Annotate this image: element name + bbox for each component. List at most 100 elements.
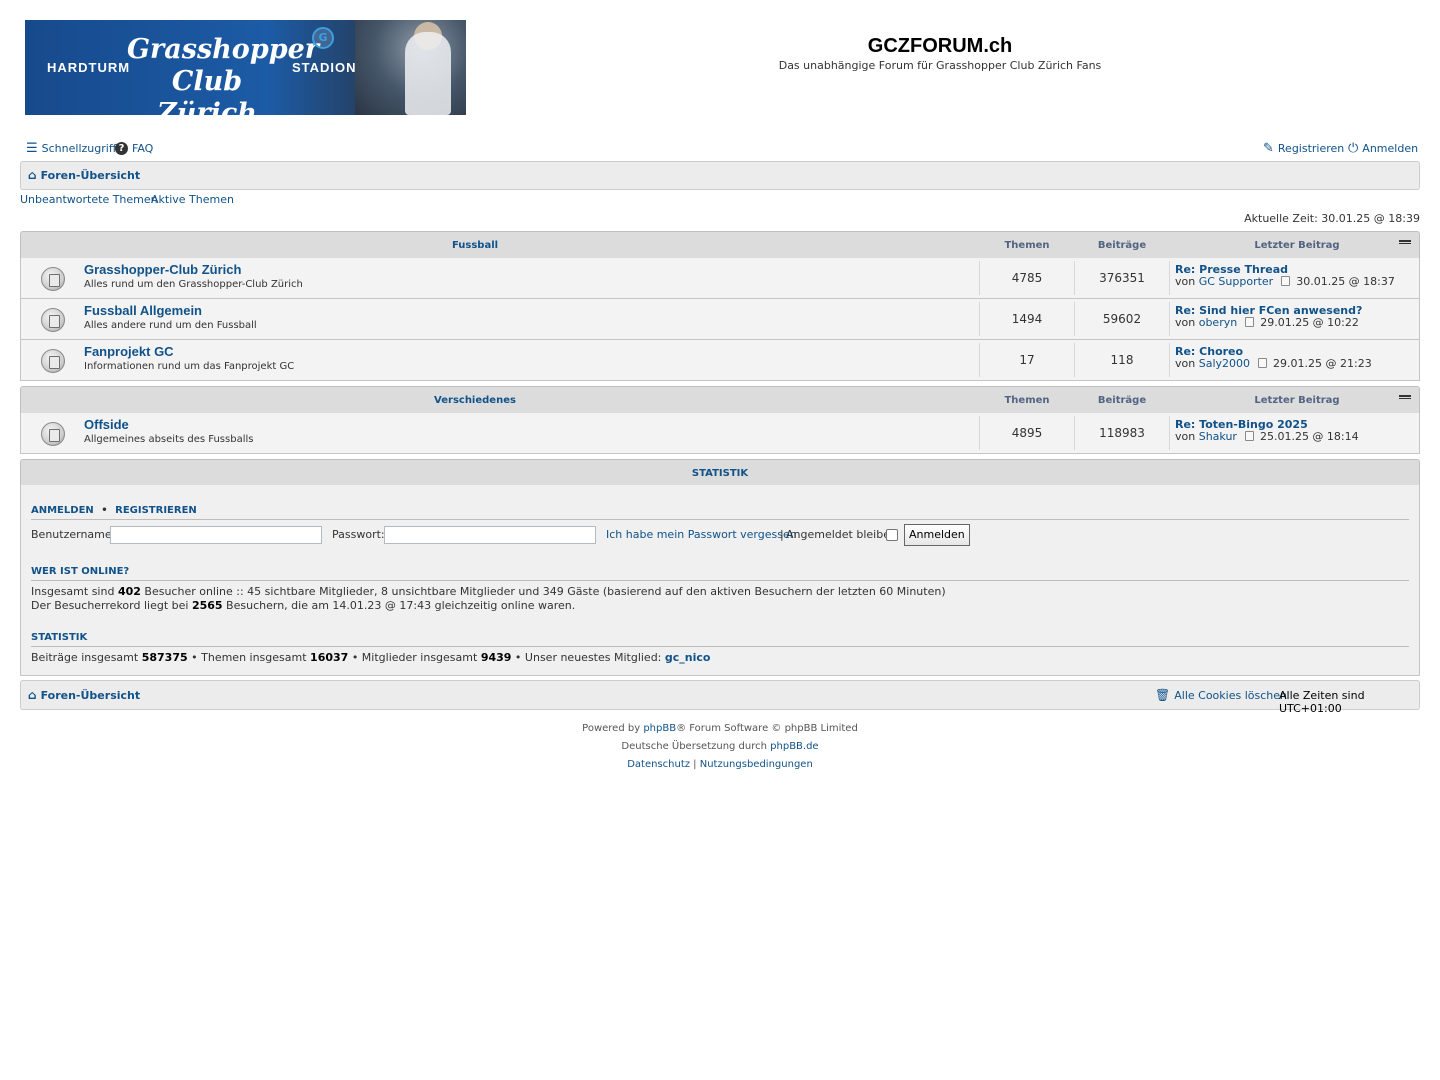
question-circle-icon: ? bbox=[115, 142, 128, 155]
trash-icon: 🗑 bbox=[1155, 688, 1171, 702]
collapse-icon[interactable] bbox=[1399, 395, 1411, 399]
last-post-by: von bbox=[1175, 430, 1196, 443]
timezone-info: Alle Zeiten sind UTC+01:00 bbox=[1279, 689, 1365, 715]
col-posts-header: Beiträge bbox=[1097, 395, 1147, 406]
delete-cookies-label: Alle Cookies löschen bbox=[1174, 689, 1287, 702]
footer-home-link[interactable]: ⌂ Foren-Übersicht bbox=[28, 688, 141, 703]
category-header-fussball: Fussball Themen Beiträge Letzter Beitrag bbox=[20, 231, 1420, 258]
col-topics-header: Themen bbox=[1004, 395, 1050, 406]
forum-read-icon bbox=[41, 422, 65, 446]
banner-script-line2: Club Zürich bbox=[157, 66, 257, 115]
register-link[interactable]: ✎ Registrieren bbox=[1263, 142, 1344, 155]
active-topics-link[interactable]: Aktive Themen bbox=[151, 193, 234, 206]
terms-link[interactable]: Nutzungsbedingungen bbox=[700, 759, 813, 770]
site-title: GCZFORUM.ch bbox=[867, 35, 1013, 57]
banner-right-text: STADION bbox=[292, 60, 357, 75]
last-post-time: 29.01.25 @ 10:22 bbox=[1260, 316, 1359, 329]
last-post-author-link[interactable]: Saly2000 bbox=[1199, 357, 1250, 370]
login-link[interactable]: ⏻ Anmelden bbox=[1348, 142, 1418, 155]
last-post-author-link[interactable]: Shakur bbox=[1199, 430, 1237, 443]
last-post-author-link[interactable]: GC Supporter bbox=[1199, 275, 1273, 288]
last-post-author-link[interactable]: oberyn bbox=[1199, 316, 1237, 329]
password-label: Passwort: bbox=[332, 528, 385, 541]
banner-script-line1: Grasshopper bbox=[127, 34, 319, 65]
visitor-record: Der Besucherrekord liegt bei 2565 Besuch… bbox=[31, 599, 576, 612]
forum-description: Allgemeines abseits des Fussballs bbox=[84, 434, 254, 445]
gc-logo-icon: G bbox=[312, 27, 334, 49]
breadcrumb-home[interactable]: ⌂ Foren-Übersicht bbox=[28, 169, 141, 183]
phpbb-link[interactable]: phpBB bbox=[643, 723, 676, 734]
stats-panel-header: STATISTIK bbox=[20, 459, 1420, 485]
username-input[interactable] bbox=[110, 526, 322, 544]
board-totals: Beiträge insgesamt 587375 • Themen insge… bbox=[31, 651, 711, 664]
newest-member-link[interactable]: gc_nico bbox=[665, 651, 711, 664]
site-logo-banner[interactable]: HARDTURM Grasshopper Club Zürich STADION… bbox=[25, 20, 466, 115]
unanswered-topics-link[interactable]: Unbeantwortete Themen bbox=[20, 193, 158, 206]
breadcrumb-home-label: Foren-Übersicht bbox=[40, 169, 141, 182]
login-submit-button[interactable]: Anmelden bbox=[904, 524, 970, 546]
forum-last-post: Re: Toten-Bingo 2025 von Shakur 25.01.25 … bbox=[1175, 419, 1359, 443]
password-input[interactable] bbox=[384, 526, 596, 544]
last-post-time: 25.01.25 @ 18:14 bbox=[1259, 430, 1359, 443]
banner-script-text: Grasshopper Club Zürich bbox=[127, 34, 319, 115]
forum-last-post: Re: Sind hier FCen anwesend? von oberyn 2… bbox=[1175, 305, 1362, 329]
forum-title-link[interactable]: Fussball Allgemein bbox=[84, 303, 202, 318]
login-section-register-link[interactable]: REGISTRIEREN bbox=[115, 505, 197, 516]
quicklinks-menu[interactable]: ☰ Schnellzugriff bbox=[26, 142, 116, 155]
category-title[interactable]: Verschiedenes bbox=[21, 395, 929, 406]
forum-topic-count: 1494 bbox=[1011, 312, 1043, 326]
forum-topic-count: 17 bbox=[1019, 353, 1035, 367]
home-icon: ⌂ bbox=[28, 688, 37, 702]
forum-title-link[interactable]: Grasshopper-Club Zürich bbox=[84, 262, 241, 277]
current-time: Aktuelle Zeit: 30.01.25 @ 18:39 bbox=[1244, 212, 1420, 225]
statistics-title: STATISTIK bbox=[31, 632, 88, 643]
forum-read-icon bbox=[41, 349, 65, 373]
phpbb-de-link[interactable]: phpBB.de bbox=[770, 741, 818, 752]
footer-home-label: Foren-Übersicht bbox=[40, 689, 141, 702]
collapse-icon[interactable] bbox=[1399, 240, 1411, 244]
view-latest-post-icon[interactable] bbox=[1244, 431, 1254, 441]
forum-post-count: 59602 bbox=[1102, 312, 1142, 326]
forgot-password-link[interactable]: Ich habe mein Passwort vergessen bbox=[606, 528, 797, 541]
remember-me-checkbox[interactable] bbox=[886, 529, 898, 541]
privacy-link[interactable]: Datenschutz bbox=[627, 759, 690, 770]
login-label: Anmelden bbox=[1362, 142, 1419, 155]
separator-pipe: | bbox=[780, 528, 784, 541]
category-title[interactable]: Fussball bbox=[21, 240, 929, 251]
view-latest-post-icon[interactable] bbox=[1245, 317, 1255, 327]
hamburger-icon: ☰ bbox=[26, 141, 38, 156]
forum-last-post: Re: Choreo von Saly2000 29.01.25 @ 21:23 bbox=[1175, 346, 1372, 370]
col-topics-header: Themen bbox=[1004, 240, 1050, 251]
remember-me-label: Angemeldet bleiben bbox=[786, 528, 897, 541]
view-latest-post-icon[interactable] bbox=[1258, 358, 1268, 368]
forum-post-count: 118 bbox=[1110, 353, 1134, 367]
site-description: Das unabhängige Forum für Grasshopper Cl… bbox=[778, 59, 1102, 72]
faq-label: FAQ bbox=[132, 142, 154, 155]
forum-read-icon bbox=[41, 308, 65, 332]
forum-topic-count: 4785 bbox=[1011, 271, 1043, 285]
forum-description: Informationen rund um das Fanprojekt GC bbox=[84, 361, 295, 372]
col-lastpost-header: Letzter Beitrag bbox=[1254, 240, 1340, 251]
last-post-time: 29.01.25 @ 21:23 bbox=[1273, 357, 1372, 370]
forum-title-link[interactable]: Fanprojekt GC bbox=[84, 344, 174, 359]
powered-by: Powered by phpBB® Forum Software © phpBB… bbox=[582, 723, 858, 734]
forum-description: Alles andere rund um den Fussball bbox=[84, 320, 257, 331]
col-posts-header: Beiträge bbox=[1097, 240, 1147, 251]
forum-read-icon bbox=[41, 267, 65, 291]
forum-post-count: 376351 bbox=[1099, 271, 1145, 285]
who-is-online-title[interactable]: WER IST ONLINE? bbox=[31, 566, 129, 577]
last-post-by: von bbox=[1175, 275, 1196, 288]
forum-row: Fussball Allgemein Alles andere rund um … bbox=[20, 299, 1420, 340]
total-posts: 587375 bbox=[141, 651, 188, 664]
edit-icon: ✎ bbox=[1263, 141, 1274, 156]
forum-description: Alles rund um den Grasshopper-Club Züric… bbox=[84, 279, 303, 290]
delete-cookies-link[interactable]: 🗑 Alle Cookies löschen bbox=[1155, 688, 1287, 703]
forum-last-post: Re: Presse Thread von GC Supporter 30.01.… bbox=[1175, 264, 1395, 288]
record-count: 2565 bbox=[191, 599, 223, 612]
faq-link[interactable]: ? FAQ bbox=[115, 142, 153, 155]
forum-topic-count: 4895 bbox=[1011, 426, 1043, 440]
last-post-by: von bbox=[1175, 357, 1196, 370]
view-latest-post-icon[interactable] bbox=[1281, 276, 1291, 286]
login-section-login-link[interactable]: ANMELDEN bbox=[31, 505, 94, 516]
forum-title-link[interactable]: Offside bbox=[84, 417, 129, 432]
